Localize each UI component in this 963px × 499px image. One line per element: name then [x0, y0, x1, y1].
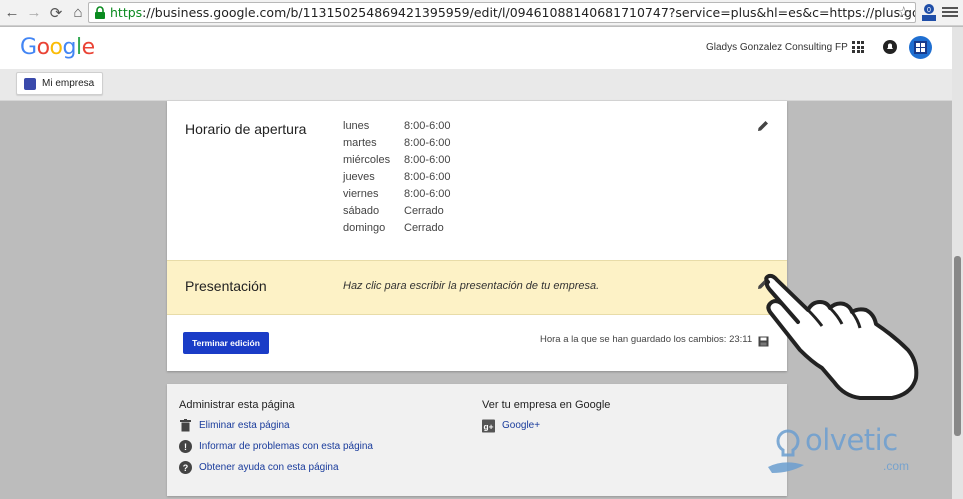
- google-logo[interactable]: Google: [20, 35, 95, 60]
- address-bar[interactable]: https://business.google.com/b/1131502548…: [88, 2, 916, 23]
- mi-empresa-button[interactable]: Mi empresa: [16, 72, 103, 95]
- saved-status-text: Hora a la que se han guardado los cambio…: [540, 334, 753, 345]
- watermark-suffix: .com: [883, 459, 910, 473]
- extension-icon[interactable]: 0: [920, 3, 938, 23]
- edit-hours-pencil-icon[interactable]: [756, 119, 770, 133]
- list-item: sábado Cerrado: [343, 205, 444, 217]
- browser-toolbar: ← → ⟳ ⌂ https://business.google.com/b/11…: [0, 0, 963, 26]
- avatar[interactable]: [909, 36, 932, 59]
- presentation-section[interactable]: Presentación Haz clic para escribir la p…: [167, 260, 787, 315]
- svg-text:g+: g+: [484, 421, 494, 431]
- bookmark-star-icon[interactable]: ☆: [897, 3, 910, 21]
- delete-page-link[interactable]: Eliminar esta página: [179, 419, 290, 432]
- svg-text:0: 0: [927, 7, 931, 14]
- mi-empresa-label: Mi empresa: [42, 78, 95, 89]
- url-scheme: https: [110, 5, 143, 20]
- trash-icon: [179, 419, 192, 432]
- list-item: lunes 8:00-6:00: [343, 120, 451, 132]
- watermark-text: olvetic: [805, 423, 898, 457]
- list-item: miércoles 8:00-6:00: [343, 154, 451, 166]
- pointing-hand-icon: [760, 272, 920, 402]
- briefcase-icon: [24, 77, 36, 90]
- apps-grid-icon[interactable]: [852, 41, 864, 53]
- presentation-hint[interactable]: Haz clic para escribir la presentación d…: [343, 280, 599, 292]
- business-subbar: Mi empresa: [0, 69, 952, 101]
- list-item: domingo Cerrado: [343, 222, 444, 234]
- page-scrollbar[interactable]: [952, 27, 963, 499]
- list-item: viernes 8:00-6:00: [343, 188, 451, 200]
- url-text: ://business.google.com/b/113150254869421…: [142, 5, 915, 20]
- notifications-icon[interactable]: [882, 39, 898, 55]
- back-arrow-icon[interactable]: ←: [2, 2, 22, 24]
- business-edit-card: Horario de apertura lunes 8:00-6:00 marte…: [167, 101, 787, 371]
- page-footer-card: Administrar esta página Eliminar esta pá…: [167, 384, 787, 496]
- browser-menu-icon[interactable]: [942, 5, 958, 21]
- google-plus-icon: g+: [482, 419, 495, 432]
- view-business-heading: Ver tu empresa en Google: [482, 399, 611, 411]
- hours-section-title: Horario de apertura: [185, 121, 307, 137]
- hours-list: lunes 8:00-6:00 martes 8:00-6:00 miércoles…: [343, 120, 450, 239]
- google-header: Google Gladys Gonzalez Consulting FP: [0, 27, 952, 69]
- lock-icon: [93, 5, 107, 20]
- list-item: martes 8:00-6:00: [343, 137, 451, 149]
- solvetic-watermark: olvetic .com: [760, 415, 920, 485]
- help-icon: ?: [179, 461, 192, 474]
- finish-editing-button[interactable]: Terminar edición: [183, 332, 269, 354]
- get-help-link[interactable]: ? Obtener ayuda con esta página: [179, 461, 339, 474]
- home-icon[interactable]: ⌂: [68, 2, 88, 24]
- alert-icon: !: [179, 440, 192, 453]
- presentation-title: Presentación: [185, 278, 267, 294]
- account-name[interactable]: Gladys Gonzalez Consulting FP: [706, 42, 848, 53]
- list-item: jueves 8:00-6:00: [343, 171, 451, 183]
- manage-page-heading: Administrar esta página: [179, 399, 295, 411]
- reload-icon[interactable]: ⟳: [46, 2, 66, 24]
- forward-arrow-icon[interactable]: →: [24, 2, 44, 24]
- scrollbar-thumb[interactable]: [954, 256, 961, 436]
- google-plus-link[interactable]: g+ Google+: [482, 419, 540, 432]
- report-problem-link[interactable]: ! Informar de problemas con esta página: [179, 440, 373, 453]
